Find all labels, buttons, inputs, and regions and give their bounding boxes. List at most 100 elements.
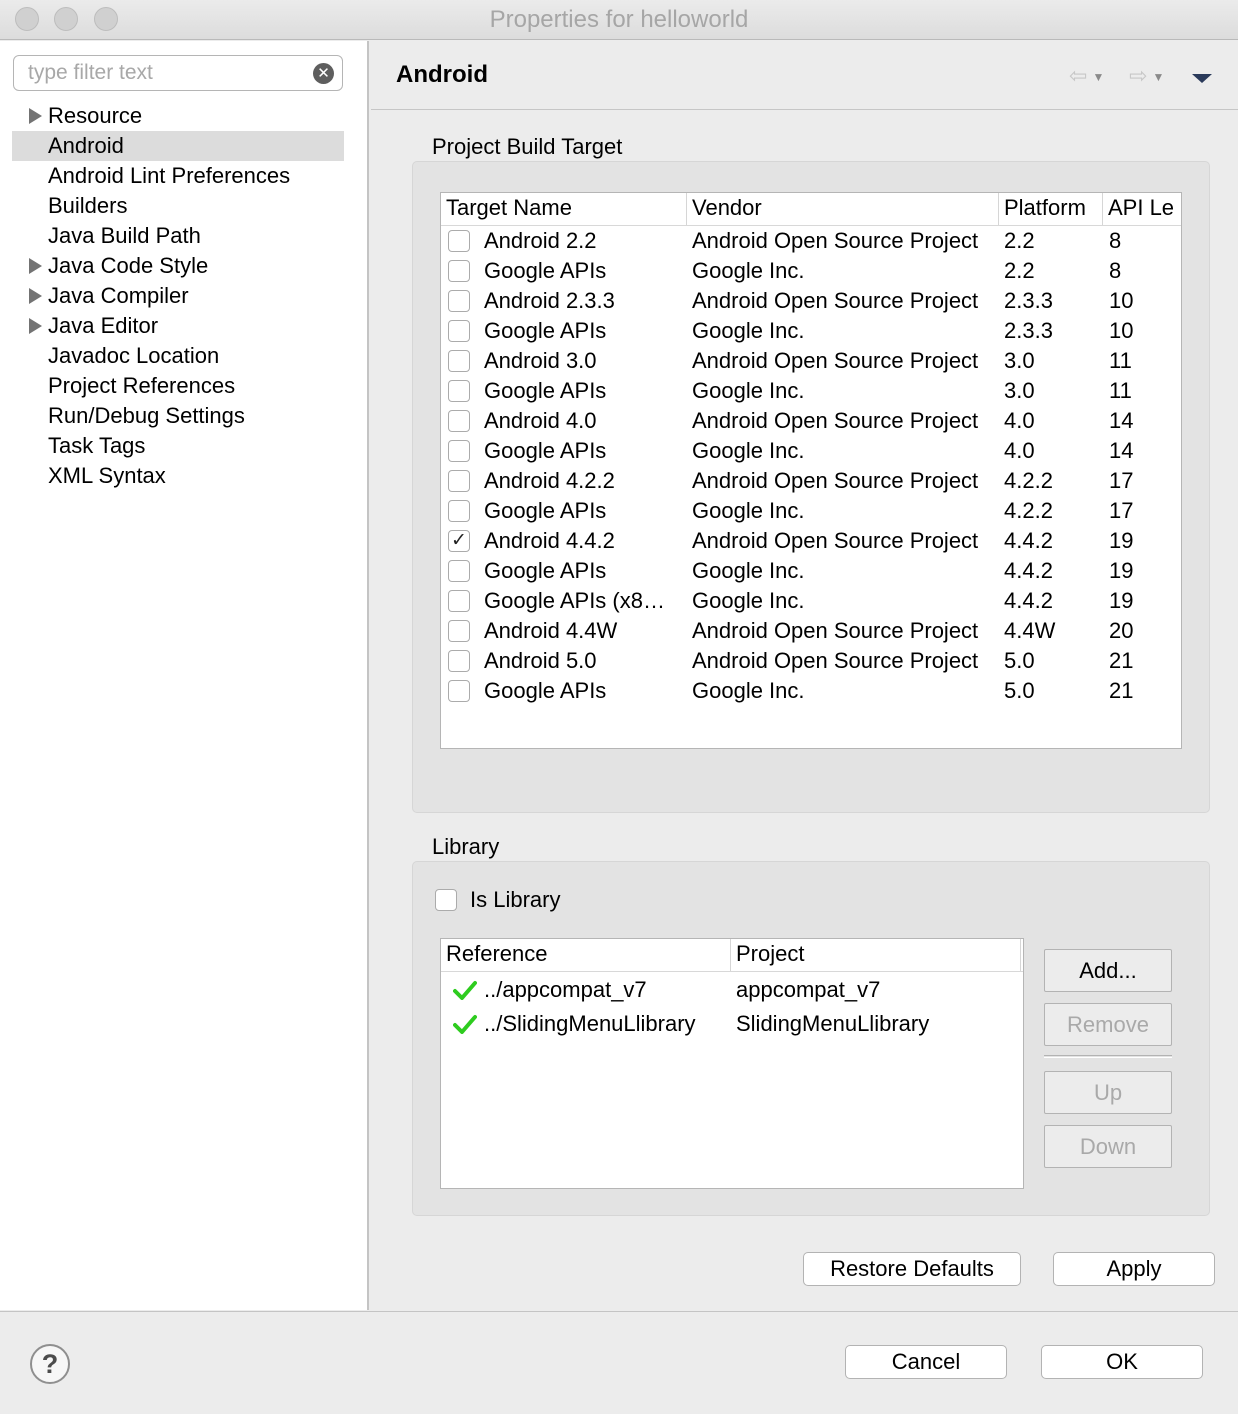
target-checkbox[interactable]	[448, 650, 470, 672]
platform-cell: 2.3.3	[1004, 288, 1053, 313]
table-row[interactable]: Google APIs Google Inc. 4.0 14	[441, 436, 1181, 466]
cancel-button[interactable]: Cancel	[845, 1345, 1007, 1379]
api-level-cell: 17	[1109, 468, 1134, 493]
table-row[interactable]: Android 4.0 Android Open Source Project 4.…	[441, 406, 1181, 436]
remove-library-button[interactable]: Remove	[1044, 1003, 1172, 1046]
target-checkbox[interactable]	[448, 440, 470, 462]
target-checkbox[interactable]	[448, 590, 470, 612]
target-checkbox[interactable]	[448, 320, 470, 342]
forward-button[interactable]: ⇨ ▼	[1129, 65, 1164, 88]
sidebar-item[interactable]: Project References	[12, 371, 344, 401]
table-row[interactable]: Google APIs (x8… Google Inc. 4.4.2 19	[441, 586, 1181, 616]
sidebar-item[interactable]: Java Compiler	[12, 281, 344, 311]
sidebar-item[interactable]: Java Code Style	[12, 251, 344, 281]
platform-cell: 2.2	[1004, 258, 1035, 283]
sidebar: ✕ Resource Android Android Lint Preference…	[0, 41, 369, 1310]
target-checkbox[interactable]	[448, 410, 470, 432]
apply-button[interactable]: Apply	[1053, 1252, 1215, 1286]
target-checkbox[interactable]	[448, 680, 470, 702]
sidebar-item[interactable]: Java Editor	[12, 311, 344, 341]
green-check-icon	[453, 981, 477, 1000]
clear-filter-icon[interactable]: ✕	[313, 63, 334, 84]
table-row[interactable]: Google APIs Google Inc. 3.0 11	[441, 376, 1181, 406]
sidebar-item[interactable]: Java Build Path	[12, 221, 344, 251]
target-name-cell: Android 4.4W	[484, 618, 618, 643]
table-row[interactable]: Android 2.2 Android Open Source Project 2.…	[441, 226, 1181, 256]
table-row[interactable]: Google APIs Google Inc. 2.3.3 10	[441, 316, 1181, 346]
table-row[interactable]: Google APIs Google Inc. 4.4.2 19	[441, 556, 1181, 586]
sidebar-item[interactable]: XML Syntax	[12, 461, 344, 491]
vendor-cell: Android Open Source Project	[692, 648, 979, 673]
title-bar: Properties for helloworld	[0, 0, 1238, 40]
table-row[interactable]: ../SlidingMenuLlibrary SlidingMenuLlibrar…	[441, 1008, 1023, 1040]
add-library-button[interactable]: Add...	[1044, 949, 1172, 992]
table-row[interactable]: Google APIs Google Inc. 2.2 8	[441, 256, 1181, 286]
column-platform[interactable]: Platform	[999, 193, 1103, 225]
sidebar-item-label: Builders	[48, 193, 128, 218]
ok-button[interactable]: OK	[1041, 1345, 1203, 1379]
column-project[interactable]: Project	[731, 939, 1021, 971]
target-checkbox[interactable]	[448, 620, 470, 642]
platform-cell: 2.2	[1004, 228, 1035, 253]
back-dropdown-icon[interactable]: ▼	[1092, 70, 1104, 84]
sidebar-item-label: Java Compiler	[48, 283, 189, 308]
table-row[interactable]: Android 3.0 Android Open Source Project 3.…	[441, 346, 1181, 376]
column-target-name[interactable]: Target Name	[441, 193, 687, 225]
vendor-cell: Google Inc.	[692, 438, 805, 463]
help-icon[interactable]: ?	[30, 1344, 70, 1384]
column-api-level[interactable]: API Le	[1103, 193, 1181, 225]
table-row[interactable]: Android 4.2.2 Android Open Source Project…	[441, 466, 1181, 496]
project-cell: SlidingMenuLlibrary	[736, 1011, 930, 1036]
table-row[interactable]: Google APIs Google Inc. 4.2.2 17	[441, 496, 1181, 526]
table-row[interactable]: Google APIs Google Inc. 5.0 21	[441, 676, 1181, 706]
sidebar-item[interactable]: Android	[12, 131, 344, 161]
sidebar-item[interactable]: Task Tags	[12, 431, 344, 461]
target-checkbox[interactable]	[448, 500, 470, 522]
back-button[interactable]: ⇦ ▼	[1069, 65, 1104, 88]
is-library-box[interactable]	[435, 889, 457, 911]
target-name-cell: Google APIs	[484, 678, 607, 703]
forward-dropdown-icon[interactable]: ▼	[1152, 70, 1164, 84]
table-row[interactable]: ../appcompat_v7 appcompat_v7	[441, 974, 1023, 1006]
sidebar-item[interactable]: Javadoc Location	[12, 341, 344, 371]
target-name-cell: Google APIs	[484, 438, 607, 463]
target-name-cell: Google APIs	[484, 258, 607, 283]
sidebar-item[interactable]: Resource	[12, 101, 344, 131]
view-menu-icon[interactable]	[1192, 74, 1212, 83]
target-name-cell: Android 2.2	[484, 228, 597, 253]
api-level-cell: 8	[1109, 228, 1122, 253]
forward-arrow-icon: ⇨	[1129, 63, 1148, 88]
table-row[interactable]: Android 2.3.3 Android Open Source Project…	[441, 286, 1181, 316]
target-name-cell: Google APIs	[484, 318, 607, 343]
sidebar-item[interactable]: Run/Debug Settings	[12, 401, 344, 431]
table-row[interactable]: ✓ Android 4.4.2 Android Open Source Projec…	[441, 526, 1181, 556]
column-vendor[interactable]: Vendor	[687, 193, 999, 225]
target-checkbox[interactable]	[448, 380, 470, 402]
target-name-cell: Google APIs	[484, 558, 607, 583]
target-checkbox[interactable]	[448, 230, 470, 252]
target-checkbox[interactable]	[448, 470, 470, 492]
table-row[interactable]: Android 5.0 Android Open Source Project 5.…	[441, 646, 1181, 676]
sidebar-item[interactable]: Builders	[12, 191, 344, 221]
target-checkbox[interactable]	[448, 260, 470, 282]
sidebar-item[interactable]: Android Lint Preferences	[12, 161, 344, 191]
table-row[interactable]: Android 4.4W Android Open Source Project 4…	[441, 616, 1181, 646]
up-button[interactable]: Up	[1044, 1071, 1172, 1114]
expand-arrow-icon[interactable]	[29, 108, 42, 124]
target-checkbox[interactable]	[448, 290, 470, 312]
target-checkbox[interactable]	[448, 560, 470, 582]
expand-arrow-icon[interactable]	[29, 318, 42, 334]
vendor-cell: Google Inc.	[692, 588, 805, 613]
green-check-icon	[453, 1015, 477, 1034]
down-button[interactable]: Down	[1044, 1125, 1172, 1168]
column-reference[interactable]: Reference	[441, 939, 731, 971]
target-checkbox[interactable]: ✓	[448, 530, 470, 552]
platform-cell: 4.4.2	[1004, 558, 1053, 583]
target-name-cell: Android 5.0	[484, 648, 597, 673]
filter-field[interactable]: ✕	[13, 55, 343, 91]
restore-defaults-button[interactable]: Restore Defaults	[803, 1252, 1021, 1286]
filter-input[interactable]	[28, 59, 308, 87]
expand-arrow-icon[interactable]	[29, 288, 42, 304]
target-checkbox[interactable]	[448, 350, 470, 372]
expand-arrow-icon[interactable]	[29, 258, 42, 274]
